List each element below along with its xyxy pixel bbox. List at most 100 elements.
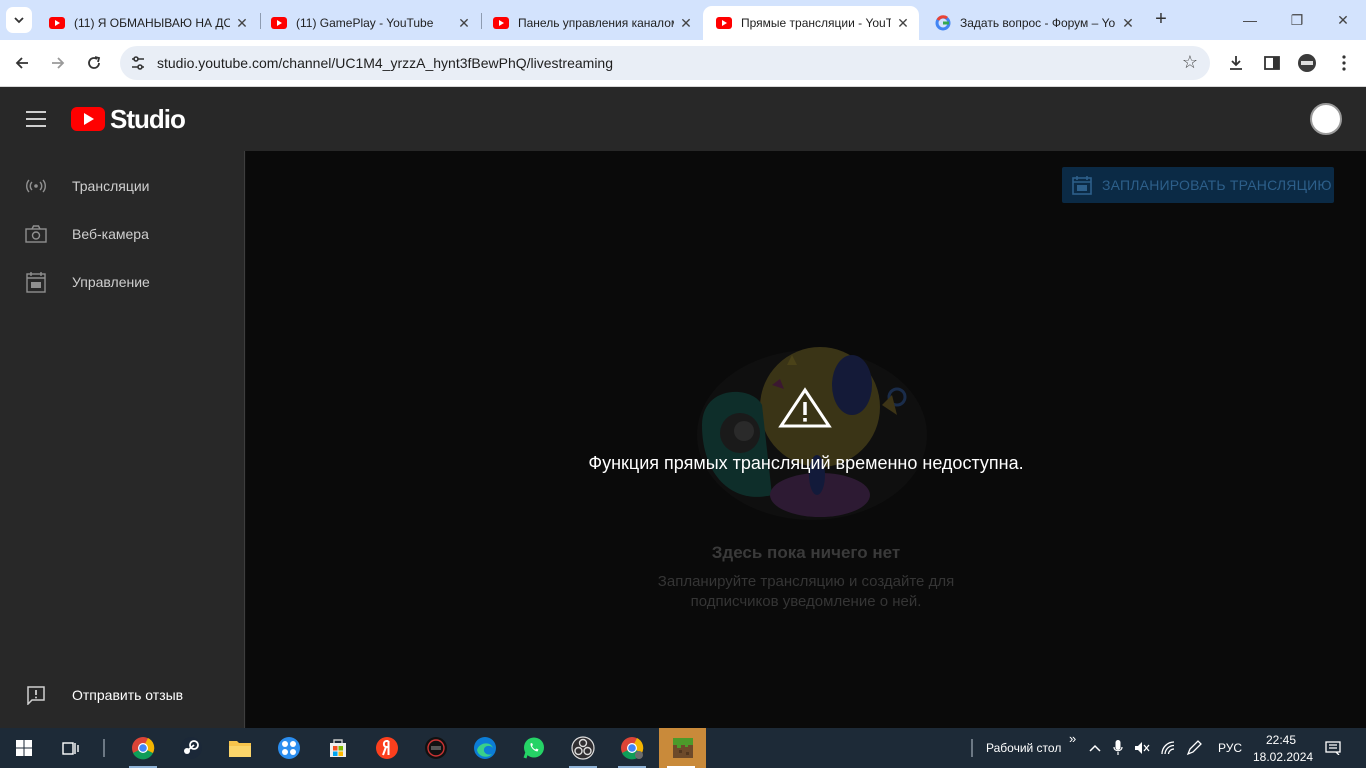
clock-time[interactable]: 22:45	[1266, 733, 1296, 747]
live-unavailable-message: Функция прямых трансляций временно недос…	[588, 453, 1024, 473]
desktop-toolbar-label[interactable]: Рабочий стол	[986, 741, 1061, 755]
pen-icon[interactable]	[1186, 740, 1202, 756]
profile-icon[interactable]	[1296, 52, 1318, 74]
whatsapp-icon[interactable]	[512, 728, 556, 768]
youtube-favicon	[49, 15, 65, 31]
yandex-icon[interactable]	[365, 728, 409, 768]
taskbar-grip	[103, 739, 105, 757]
send-feedback-item[interactable]: Отправить отзыв	[0, 671, 244, 719]
broadcast-icon	[24, 174, 48, 198]
sidebar-item-label: Трансляции	[72, 178, 150, 194]
calendar-icon	[1072, 175, 1092, 195]
tab-title: Прямые трансляции - YouTube Studio	[741, 16, 891, 30]
youtube-favicon	[716, 15, 732, 31]
wifi-icon[interactable]	[1160, 740, 1176, 756]
side-panel-icon[interactable]	[1261, 52, 1283, 74]
minimize-icon[interactable]: —	[1238, 8, 1262, 32]
browser-tab[interactable]: (11) Я ОБМАНЫВАЮ НА ДОНАТЫ ✕	[36, 6, 258, 40]
browser-toolbar: studio.youtube.com/channel/UC1M4_yrzzA_h…	[0, 40, 1366, 87]
edge-icon[interactable]	[463, 728, 507, 768]
tab-title: (11) GamePlay - YouTube	[296, 16, 434, 30]
address-bar[interactable]: studio.youtube.com/channel/UC1M4_yrzzA_h…	[120, 46, 1210, 80]
windows-taskbar: Рабочий стол » РУС 22:45 18.02.2024	[0, 728, 1366, 768]
empty-state-subtitle-line: Запланируйте трансляцию и создайте для	[657, 573, 955, 590]
restore-icon[interactable]: ❐	[1285, 8, 1309, 32]
feedback-icon	[24, 683, 48, 707]
download-icon[interactable]	[1225, 52, 1247, 74]
youtube-play-logo-icon	[71, 107, 105, 131]
reload-icon	[88, 56, 101, 69]
youtube-favicon	[493, 15, 509, 31]
reload-button[interactable]	[82, 51, 106, 75]
close-icon[interactable]: ✕	[456, 15, 472, 31]
tab-title: (11) Я ОБМАНЫВАЮ НА ДОНАТЫ	[74, 16, 230, 30]
close-icon[interactable]: ✕	[1120, 15, 1136, 31]
chevron-up-icon[interactable]	[1087, 740, 1103, 756]
sidebar-item-streams[interactable]: Трансляции	[0, 162, 244, 210]
browser-tab-active[interactable]: Прямые трансляции - YouTube Studio ✕	[703, 6, 919, 40]
app-icon[interactable]	[414, 728, 458, 768]
new-tab-button[interactable]: +	[1150, 8, 1172, 30]
chevron-down-icon	[14, 17, 24, 24]
arrow-left-icon	[15, 57, 28, 69]
store-icon[interactable]	[316, 728, 360, 768]
chevron-double-right-icon[interactable]: »	[1069, 731, 1076, 746]
clock-date[interactable]: 18.02.2024	[1253, 750, 1313, 764]
url-text: studio.youtube.com/channel/UC1M4_yrzzA_h…	[157, 55, 614, 71]
empty-state-subtitle: Запланируйте трансляцию и создайте для п…	[246, 572, 1366, 612]
studio-logo[interactable]: Studio	[71, 103, 186, 134]
sidebar-item-label: Веб-камера	[72, 226, 149, 242]
sidebar-item-label: Управление	[72, 274, 150, 290]
empty-state-title: Здесь пока ничего нет	[711, 543, 901, 562]
schedule-button-label: ЗАПЛАНИРОВАТЬ ТРАНСЛЯЦИЮ	[1102, 177, 1332, 193]
menu-kebab-icon[interactable]	[1333, 52, 1355, 74]
obs-icon[interactable]	[561, 728, 605, 768]
site-info-icon[interactable]	[129, 54, 147, 72]
taskbar-grip	[971, 739, 973, 757]
microphone-icon[interactable]	[1110, 740, 1126, 756]
tab-title: Панель управления каналом	[518, 16, 674, 30]
camera-icon	[24, 222, 48, 246]
chrome-icon[interactable]	[121, 728, 165, 768]
app-icon[interactable]	[267, 728, 311, 768]
volume-muted-icon[interactable]	[1134, 740, 1150, 756]
empty-state-illustration	[697, 347, 927, 520]
arrow-right-icon	[52, 57, 65, 69]
sidebar-item-manage[interactable]: Управление	[0, 258, 244, 306]
chrome-icon[interactable]	[610, 728, 654, 768]
steam-icon[interactable]	[169, 728, 213, 768]
window-close-icon[interactable]: ✕	[1331, 8, 1355, 32]
close-icon[interactable]: ✕	[895, 15, 911, 31]
browser-tab[interactable]: (11) GamePlay - YouTube ✕	[258, 6, 480, 40]
empty-state-subtitle-line: подписчиков уведомление о ней.	[690, 593, 922, 610]
tab-search-button[interactable]	[6, 7, 32, 33]
calendar-icon	[24, 270, 48, 294]
windows-start-icon[interactable]	[2, 728, 46, 768]
studio-header: Studio	[0, 87, 1366, 151]
bookmark-star-icon[interactable]: ☆	[1182, 52, 1198, 73]
close-icon[interactable]: ✕	[234, 15, 250, 31]
browser-tab[interactable]: Задать вопрос - Форум – YouTube ✕	[922, 6, 1144, 40]
sidebar: Трансляции Веб-камера Управление Отправи…	[0, 151, 245, 728]
back-button[interactable]	[10, 51, 34, 75]
schedule-stream-button[interactable]: ЗАПЛАНИРОВАТЬ ТРАНСЛЯЦИЮ	[1062, 167, 1334, 203]
browser-tab[interactable]: Панель управления каналом ✕	[480, 6, 702, 40]
notifications-icon[interactable]	[1325, 740, 1341, 756]
main-content: ЗАПЛАНИРОВАТЬ ТРАНСЛЯЦИЮ Функция прямых …	[246, 151, 1366, 728]
hamburger-menu-icon[interactable]	[26, 111, 46, 127]
browser-tab-strip: (11) Я ОБМАНЫВАЮ НА ДОНАТЫ ✕ (11) GamePl…	[0, 0, 1366, 40]
logo-text: Studio	[110, 103, 186, 134]
sidebar-item-webcam[interactable]: Веб-камера	[0, 210, 244, 258]
close-icon[interactable]: ✕	[678, 15, 694, 31]
tab-title: Задать вопрос - Форум – YouTube	[960, 16, 1116, 30]
minecraft-icon[interactable]	[659, 728, 706, 768]
youtube-favicon	[271, 15, 287, 31]
sidebar-item-label: Отправить отзыв	[72, 687, 184, 703]
warning-icon	[778, 387, 832, 428]
file-explorer-icon[interactable]	[218, 728, 262, 768]
google-favicon	[935, 15, 951, 31]
language-indicator[interactable]: РУС	[1218, 741, 1242, 755]
task-view-icon[interactable]	[49, 728, 93, 768]
avatar[interactable]	[1310, 103, 1342, 135]
forward-button[interactable]	[46, 51, 70, 75]
